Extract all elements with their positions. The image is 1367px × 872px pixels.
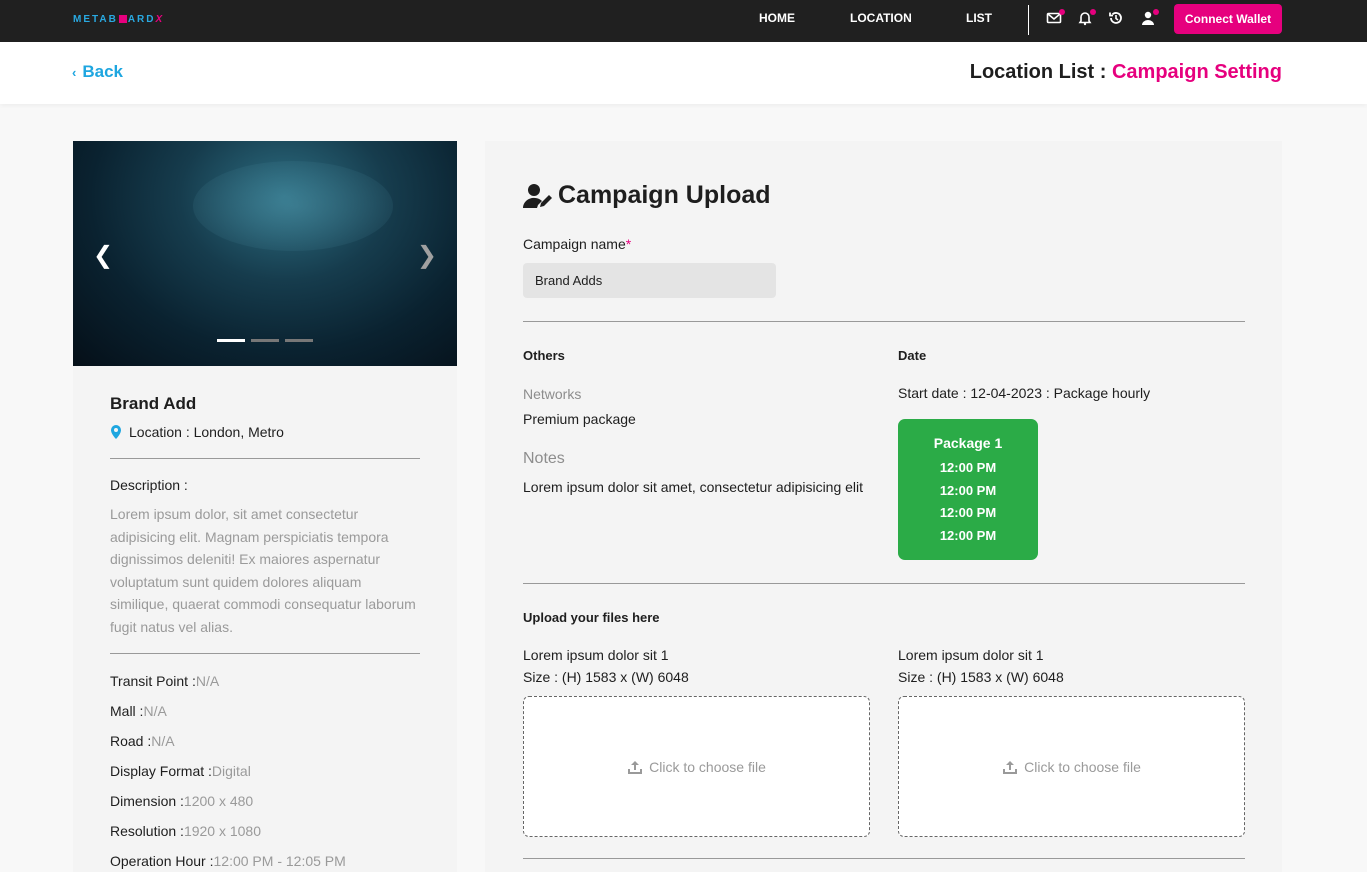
- carousel-next-icon[interactable]: ❯: [417, 241, 437, 270]
- spec-label: Road :: [110, 733, 152, 749]
- divider: [523, 583, 1245, 584]
- spec-label: Mall :: [110, 703, 144, 719]
- map-pin-icon: [111, 425, 121, 439]
- package-times: 12:00 PM 12:00 PM 12:00 PM 12:00 PM: [898, 457, 1038, 547]
- divider: [110, 458, 420, 459]
- nav-divider: [1028, 5, 1029, 35]
- spec-row: Resolution :1920 x 1080: [110, 822, 420, 852]
- upload-icon: [1003, 760, 1018, 774]
- carousel-indicator[interactable]: [251, 339, 279, 342]
- location-card: ❮ ❯ Brand Add Location : London, Metro D…: [73, 141, 457, 872]
- required-marker: *: [625, 236, 632, 252]
- spec-label: Operation Hour :: [110, 853, 214, 869]
- spec-list: Transit Point :N/A Mall :N/A Road :N/A D…: [110, 672, 420, 872]
- file-dropzone[interactable]: Click to choose file: [523, 696, 870, 837]
- upload-file-name: Lorem ipsum dolor sit 1: [523, 647, 669, 663]
- start-date-text: Start date : 12-04-2023 : Package hourly: [898, 385, 1151, 401]
- spec-row: Dimension :1200 x 480: [110, 792, 420, 822]
- breadcrumb: Location List : Campaign Setting: [970, 61, 1282, 84]
- spec-label: Resolution :: [110, 823, 184, 839]
- dropzone-label: Click to choose file: [649, 758, 766, 775]
- chevron-left-icon: ‹: [72, 65, 77, 80]
- brand-logo[interactable]: METAB ARDX: [73, 14, 164, 25]
- breadcrumb-main[interactable]: Location List: [970, 61, 1094, 83]
- others-heading: Others: [523, 348, 565, 363]
- image-carousel[interactable]: ❮ ❯: [73, 141, 457, 366]
- description-text: Lorem ipsum dolor, sit amet consectetur …: [110, 506, 416, 635]
- spec-label: Transit Point :: [110, 673, 196, 689]
- spec-value: 12:00 PM - 12:05 PM: [213, 853, 346, 869]
- networks-label: Networks: [523, 386, 582, 402]
- networks-value: Premium package: [523, 411, 636, 427]
- breadcrumb-separator: :: [1094, 61, 1112, 83]
- mail-icon[interactable]: [1046, 9, 1065, 28]
- campaign-panel: Campaign Upload Campaign name* Others Ne…: [485, 141, 1282, 872]
- spec-row: Mall :N/A: [110, 702, 420, 732]
- spec-row: Display Format :Digital: [110, 762, 420, 792]
- package-name: Package 1: [933, 435, 1003, 451]
- campaign-name-label: Campaign name*: [523, 236, 631, 252]
- back-link[interactable]: ‹ Back: [72, 62, 123, 82]
- carousel-prev-icon[interactable]: ❮: [93, 241, 113, 270]
- notes-label: Notes: [523, 450, 565, 467]
- user-edit-icon: [523, 183, 552, 208]
- description-label: Description :: [110, 477, 188, 493]
- package-card[interactable]: Package 1 12:00 PM 12:00 PM 12:00 PM 12:…: [898, 419, 1038, 560]
- spec-row: Transit Point :N/A: [110, 672, 420, 702]
- spec-value: 1920 x 1080: [183, 823, 262, 839]
- top-navbar: METAB ARDX HOME LOCATION LIST Connect Wal…: [0, 0, 1367, 42]
- campaign-name-input[interactable]: [523, 263, 776, 298]
- upload-file-size: Size : (H) 1583 x (W) 6048: [523, 669, 689, 685]
- panel-title-text: Campaign Upload: [558, 181, 771, 209]
- spec-row: Road :N/A: [110, 732, 420, 762]
- spec-value: N/A: [151, 733, 175, 749]
- package-time: 12:00 PM: [939, 460, 997, 475]
- carousel-image: [193, 161, 393, 251]
- location-text: Location : London, Metro: [129, 424, 284, 440]
- file-dropzone[interactable]: Click to choose file: [898, 696, 1245, 837]
- spec-value: N/A: [195, 673, 220, 689]
- upload-file-size: Size : (H) 1583 x (W) 6048: [898, 669, 1064, 685]
- package-time: 12:00 PM: [939, 482, 997, 498]
- location-title: Brand Add: [110, 394, 197, 413]
- date-heading: Date: [898, 348, 927, 363]
- carousel-indicator[interactable]: [217, 339, 245, 342]
- nav-home[interactable]: HOME: [759, 11, 795, 25]
- divider: [523, 858, 1245, 859]
- divider: [110, 653, 420, 654]
- package-time: 12:00 PM: [939, 505, 997, 520]
- upload-heading: Upload your files here: [523, 610, 660, 625]
- connect-wallet-button[interactable]: Connect Wallet: [1174, 4, 1282, 34]
- spec-row: Operation Hour :12:00 PM - 12:05 PM: [110, 852, 420, 872]
- upload-icon: [628, 760, 643, 774]
- upload-file-name: Lorem ipsum dolor sit 1: [898, 647, 1044, 663]
- campaign-name-label-text: Campaign name: [523, 236, 626, 252]
- spec-label: Dimension :: [110, 793, 184, 809]
- spec-value: 1200 x 480: [183, 793, 254, 809]
- breadcrumb-current: Campaign Setting: [1111, 61, 1282, 83]
- carousel-indicators: [217, 339, 313, 342]
- carousel-indicator[interactable]: [285, 339, 313, 342]
- notes-value: Lorem ipsum dolor sit amet, consectetur …: [523, 479, 864, 495]
- spec-value: Digital: [211, 763, 251, 779]
- divider: [523, 321, 1245, 322]
- panel-title: Campaign Upload: [523, 181, 771, 210]
- spec-value: N/A: [143, 703, 167, 719]
- package-time: 12:00 PM: [939, 527, 997, 543]
- history-icon[interactable]: [1108, 10, 1126, 28]
- nav-list[interactable]: LIST: [966, 11, 992, 25]
- spec-label: Display Format :: [110, 763, 212, 779]
- user-icon[interactable]: [1140, 9, 1159, 28]
- dropzone-label: Click to choose file: [1024, 758, 1141, 775]
- location-line: Location : London, Metro: [110, 424, 420, 440]
- back-label: Back: [82, 62, 123, 81]
- bell-icon[interactable]: [1077, 9, 1096, 28]
- nav-location[interactable]: LOCATION: [850, 11, 912, 25]
- page-header: ‹ Back Location List : Campaign Setting: [0, 42, 1367, 104]
